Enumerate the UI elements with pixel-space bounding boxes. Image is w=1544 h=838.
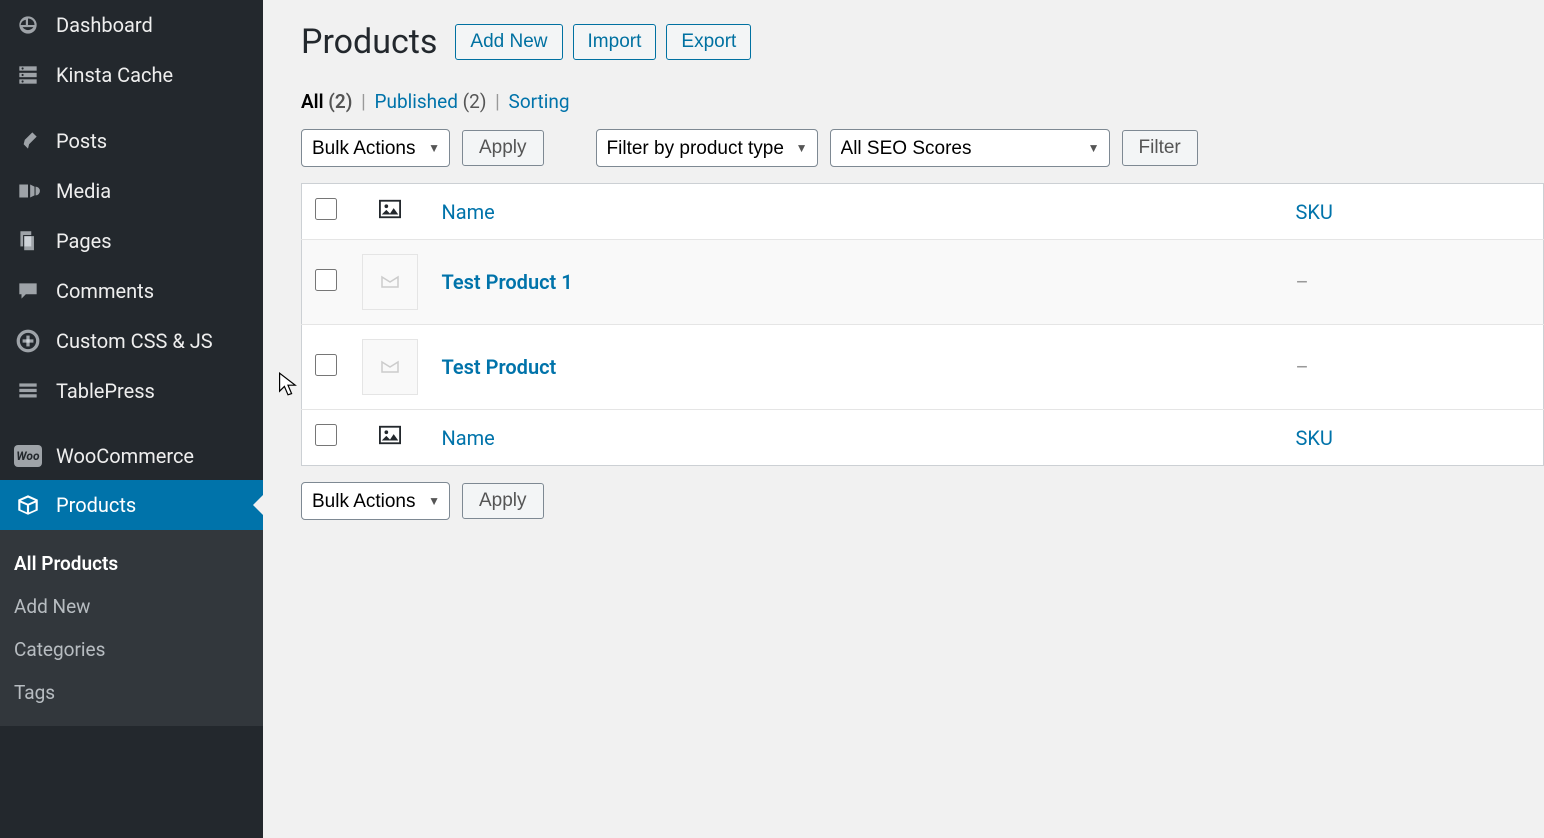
sidebar-item-products[interactable]: Products (0, 480, 263, 530)
sidebar-item-tablepress[interactable]: TablePress (0, 366, 263, 416)
filter-button[interactable]: Filter (1122, 130, 1198, 166)
image-column-header (350, 184, 430, 240)
filter-all-link[interactable]: All (2) (301, 90, 352, 113)
table-row: Test Product 1 – (302, 240, 1544, 325)
sidebar-sub-categories[interactable]: Categories (0, 628, 263, 671)
image-column-footer (350, 410, 430, 466)
sidebar-item-woocommerce[interactable]: Woo WooCommerce (0, 432, 263, 480)
sidebar-item-label: Comments (56, 279, 154, 303)
pin-icon (14, 128, 42, 154)
product-thumbnail-placeholder[interactable] (362, 254, 418, 310)
product-name-link[interactable]: Test Product 1 (442, 270, 573, 294)
page-header: Products Add New Import Export (301, 22, 1544, 62)
product-sku: – (1296, 270, 1309, 294)
sidebar-item-label: WooCommerce (56, 444, 194, 468)
bulk-actions-select-bottom[interactable]: Bulk Actions (301, 482, 450, 520)
sidebar-sub-all-products[interactable]: All Products (0, 542, 263, 585)
sidebar-item-pages[interactable]: Pages (0, 216, 263, 266)
select-all-checkbox[interactable] (315, 198, 337, 220)
import-button[interactable]: Import (573, 24, 657, 60)
sidebar-item-custom-css-js[interactable]: Custom CSS & JS (0, 316, 263, 366)
seo-scores-filter-select[interactable]: All SEO Scores (830, 129, 1110, 167)
sidebar-item-label: Media (56, 179, 111, 203)
admin-sidebar: Dashboard Kinsta Cache Posts Media Pages… (0, 0, 263, 838)
add-new-button[interactable]: Add New (455, 24, 562, 60)
filter-sorting-link[interactable]: Sorting (509, 90, 570, 113)
sidebar-item-kinsta-cache[interactable]: Kinsta Cache (0, 50, 263, 100)
pages-icon (14, 228, 42, 254)
table-controls-bottom: Bulk Actions Apply (301, 482, 1544, 520)
media-icon (14, 178, 42, 204)
sidebar-item-media[interactable]: Media (0, 166, 263, 216)
box-icon (14, 492, 42, 518)
sidebar-sub-tags[interactable]: Tags (0, 671, 263, 714)
dashboard-icon (14, 12, 42, 38)
sidebar-item-label: TablePress (56, 379, 155, 403)
sidebar-item-posts[interactable]: Posts (0, 116, 263, 166)
select-all-checkbox-footer[interactable] (315, 424, 337, 446)
product-sku: – (1296, 355, 1309, 379)
apply-button-bottom[interactable]: Apply (462, 483, 544, 519)
woo-icon: Woo (14, 445, 42, 467)
sidebar-item-label: Posts (56, 129, 107, 153)
table-row: Test Product – (302, 325, 1544, 410)
sidebar-item-label: Kinsta Cache (56, 63, 173, 87)
main-content: Products Add New Import Export All (2) |… (263, 0, 1544, 838)
sidebar-item-label: Pages (56, 229, 112, 253)
cache-icon (14, 62, 42, 88)
sidebar-item-label: Dashboard (56, 13, 153, 37)
apply-button[interactable]: Apply (462, 130, 544, 166)
sidebar-item-comments[interactable]: Comments (0, 266, 263, 316)
page-title: Products (301, 22, 437, 62)
sidebar-item-label: Custom CSS & JS (56, 329, 213, 353)
plus-circle-icon (14, 328, 42, 354)
row-checkbox[interactable] (315, 269, 337, 291)
comment-icon (14, 278, 42, 304)
sidebar-sub-add-new[interactable]: Add New (0, 585, 263, 628)
table-icon (14, 378, 42, 404)
sidebar-submenu: All Products Add New Categories Tags (0, 530, 263, 726)
name-column-header[interactable]: Name (430, 184, 1284, 240)
status-filter-links: All (2) | Published (2) | Sorting (301, 90, 1544, 113)
products-table: Name SKU Test Product 1 – Test Product – (301, 183, 1544, 466)
bulk-actions-select[interactable]: Bulk Actions (301, 129, 450, 167)
sidebar-item-label: Products (56, 493, 136, 517)
sidebar-item-dashboard[interactable]: Dashboard (0, 0, 263, 50)
product-thumbnail-placeholder[interactable] (362, 339, 418, 395)
filter-published-link[interactable]: Published (2) (375, 90, 487, 113)
export-button[interactable]: Export (666, 24, 751, 60)
product-type-filter-select[interactable]: Filter by product type (596, 129, 818, 167)
sku-column-header[interactable]: SKU (1284, 184, 1544, 240)
product-name-link[interactable]: Test Product (442, 355, 557, 379)
name-column-footer[interactable]: Name (430, 410, 1284, 466)
row-checkbox[interactable] (315, 354, 337, 376)
sku-column-footer[interactable]: SKU (1284, 410, 1544, 466)
table-controls-top: Bulk Actions Apply Filter by product typ… (301, 129, 1544, 167)
